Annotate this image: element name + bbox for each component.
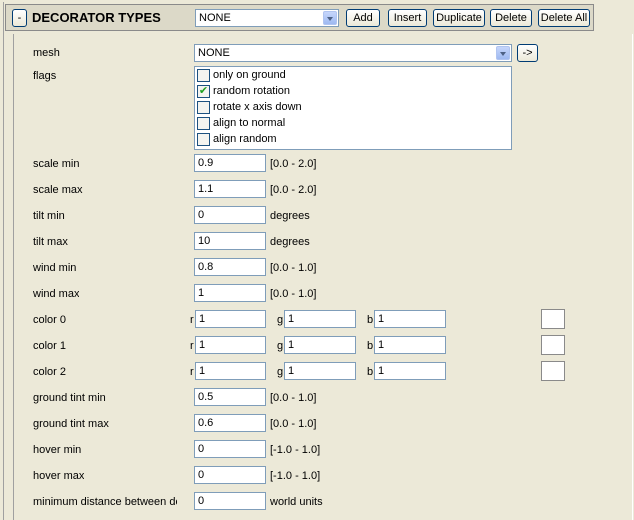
color-1-label: color 1: [33, 340, 67, 352]
tilt-min-unit: degrees: [270, 210, 310, 222]
hover-min-input[interactable]: [194, 440, 266, 458]
hover-min-range: [-1.0 - 1.0]: [270, 444, 321, 456]
color-2-r-label: r: [190, 366, 194, 378]
hover-min-label: hover min: [33, 444, 82, 456]
color-1-b-label: b: [367, 340, 374, 352]
delete-all-button[interactable]: Delete All: [538, 9, 590, 27]
color-1-b-input[interactable]: [374, 336, 446, 354]
min-distance-input[interactable]: [194, 492, 266, 510]
min-distance-unit: world units: [270, 496, 323, 508]
mesh-browse-button[interactable]: ->: [517, 44, 538, 62]
ground-tint-min-range: [0.0 - 1.0]: [270, 392, 317, 404]
wind-max-input[interactable]: [194, 284, 266, 302]
ground-tint-min-label: ground tint min: [33, 392, 106, 404]
scale-min-label: scale min: [33, 158, 80, 170]
hover-max-label: hover max: [33, 470, 85, 482]
content-left-border: [13, 34, 14, 520]
tilt-max-unit: degrees: [270, 236, 310, 248]
min-distance-label: minimum distance between decorators: [33, 496, 177, 508]
color-2-b-label: b: [367, 366, 374, 378]
color-0-swatch[interactable]: [541, 309, 565, 329]
flag-label: rotate x axis down: [213, 101, 302, 113]
color-2-r-input[interactable]: [195, 362, 266, 380]
mesh-select[interactable]: NONE: [194, 44, 512, 62]
color-2-swatch[interactable]: [541, 361, 565, 381]
scale-max-input[interactable]: [194, 180, 266, 198]
ground-tint-max-label: ground tint max: [33, 418, 109, 430]
color-0-b-label: b: [367, 314, 374, 326]
ground-tint-max-range: [0.0 - 1.0]: [270, 418, 317, 430]
scale-min-range: [0.0 - 2.0]: [270, 158, 317, 170]
color-2-label: color 2: [33, 366, 67, 378]
color-2-b-input[interactable]: [374, 362, 446, 380]
color-1-g-input[interactable]: [284, 336, 356, 354]
mesh-label: mesh: [33, 47, 60, 59]
hover-max-input[interactable]: [194, 466, 266, 484]
color-0-g-label: g: [277, 314, 284, 326]
add-button[interactable]: Add: [346, 9, 380, 27]
flags-label: flags: [33, 70, 57, 82]
chevron-down-icon[interactable]: [323, 11, 337, 25]
hover-max-range: [-1.0 - 1.0]: [270, 470, 321, 482]
checkbox-checked[interactable]: ✔: [197, 85, 210, 98]
color-0-g-input[interactable]: [284, 310, 356, 328]
scale-max-label: scale max: [33, 184, 83, 196]
wind-min-input[interactable]: [194, 258, 266, 276]
checkbox[interactable]: [197, 117, 210, 130]
flag-label: align to normal: [213, 117, 286, 129]
checkbox[interactable]: [197, 133, 210, 146]
section-title: DECORATOR TYPES: [32, 10, 161, 25]
flag-label: only on ground: [213, 69, 286, 81]
color-0-label: color 0: [33, 314, 67, 326]
mesh-value: NONE: [198, 47, 230, 59]
checkbox[interactable]: [197, 101, 210, 114]
color-1-swatch[interactable]: [541, 335, 565, 355]
content-right-border: [632, 34, 633, 520]
tilt-min-label: tilt min: [33, 210, 65, 222]
panel-left-border: [3, 2, 4, 520]
ground-tint-max-input[interactable]: [194, 414, 266, 432]
color-0-b-input[interactable]: [374, 310, 446, 328]
flag-label: align random: [213, 133, 277, 145]
scale-max-range: [0.0 - 2.0]: [270, 184, 317, 196]
color-2-g-input[interactable]: [284, 362, 356, 380]
tilt-min-input[interactable]: [194, 206, 266, 224]
decorator-type-select[interactable]: NONE: [195, 9, 339, 27]
flags-list: only on ground ✔ random rotation rotate …: [194, 66, 512, 150]
chevron-down-icon[interactable]: [496, 46, 510, 60]
color-2-g-label: g: [277, 366, 284, 378]
color-1-r-label: r: [190, 340, 194, 352]
delete-button[interactable]: Delete: [490, 9, 532, 27]
duplicate-button[interactable]: Duplicate: [433, 9, 485, 27]
ground-tint-min-input[interactable]: [194, 388, 266, 406]
color-0-r-input[interactable]: [195, 310, 266, 328]
color-1-g-label: g: [277, 340, 284, 352]
flag-label: random rotation: [213, 85, 291, 97]
scale-min-input[interactable]: [194, 154, 266, 172]
insert-button[interactable]: Insert: [388, 9, 427, 27]
collapse-button[interactable]: -: [12, 9, 27, 27]
wind-min-label: wind min: [33, 262, 77, 274]
wind-max-range: [0.0 - 1.0]: [270, 288, 317, 300]
checkbox[interactable]: [197, 69, 210, 82]
decorator-type-value: NONE: [199, 12, 231, 24]
wind-min-range: [0.0 - 1.0]: [270, 262, 317, 274]
color-1-r-input[interactable]: [195, 336, 266, 354]
wind-max-label: wind max: [33, 288, 80, 300]
tilt-max-input[interactable]: [194, 232, 266, 250]
color-0-r-label: r: [190, 314, 194, 326]
tilt-max-label: tilt max: [33, 236, 68, 248]
